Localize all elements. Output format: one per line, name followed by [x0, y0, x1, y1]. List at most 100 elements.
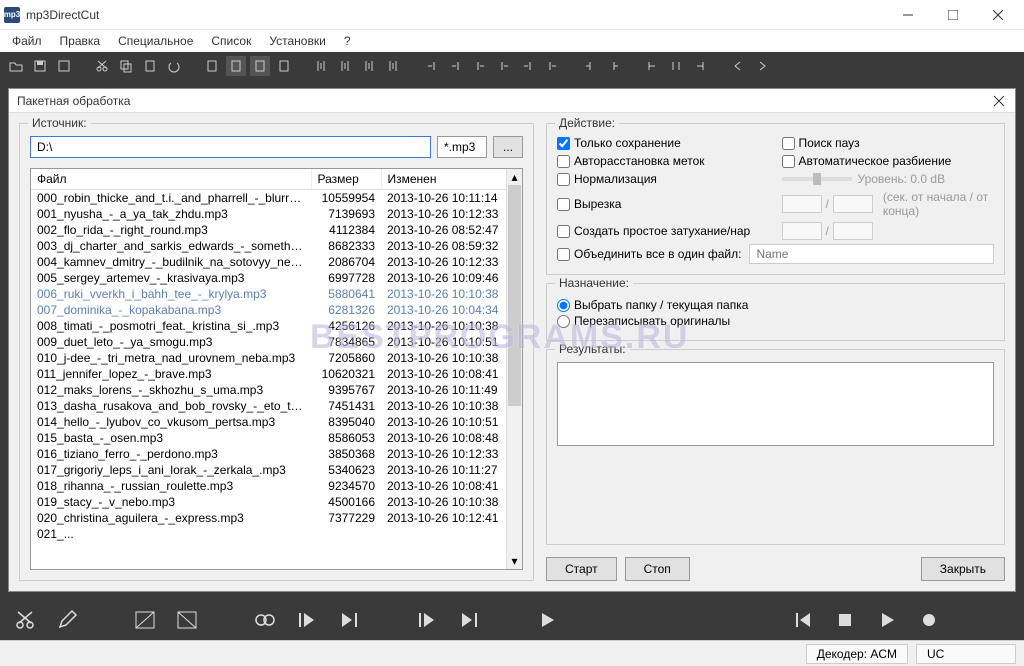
scroll-down-icon[interactable]: ▾	[507, 553, 522, 569]
table-row[interactable]: 000_robin_thicke_and_t.i._and_pharrell_-…	[31, 190, 506, 207]
pencil-icon[interactable]	[56, 609, 78, 631]
paste-icon[interactable]	[140, 56, 160, 76]
stop-button[interactable]: Стоп	[625, 557, 690, 581]
radio-choose-folder[interactable]: Выбрать папку / текущая папка	[557, 298, 994, 312]
copy-icon[interactable]	[116, 56, 136, 76]
table-row[interactable]: 006_ruki_vverkh_i_bahh_tee_-_krylya.mp35…	[31, 286, 506, 302]
dialog-close-button[interactable]	[991, 93, 1007, 109]
scroll-up-icon[interactable]: ▴	[507, 169, 522, 185]
merge-name-input[interactable]	[749, 244, 994, 264]
play-sel-start-icon[interactable]	[296, 609, 318, 631]
loop-icon[interactable]	[254, 609, 276, 631]
ext-filter-input[interactable]	[437, 136, 487, 158]
nav6-icon[interactable]	[542, 56, 562, 76]
save-as-icon[interactable]	[54, 56, 74, 76]
jump1-icon[interactable]	[580, 56, 600, 76]
table-row[interactable]: 010_j-dee_-_tri_metra_nad_urovnem_neba.m…	[31, 350, 506, 366]
chk-only-save[interactable]: Только сохранение	[557, 136, 770, 150]
fade-in-icon[interactable]	[134, 609, 156, 631]
table-row[interactable]: 007_dominika_-_kopakabana.mp362813262013…	[31, 302, 506, 318]
play-from-icon[interactable]	[416, 609, 438, 631]
table-row[interactable]: 017_grigoriy_leps_i_ani_lorak_-_zerkala_…	[31, 462, 506, 478]
table-row[interactable]: 008_timati_-_posmotri_feat._kristina_si_…	[31, 318, 506, 334]
chk-fade[interactable]: Создать простое затухание/нар	[557, 222, 770, 240]
table-row[interactable]: 018_rihanna_-_russian_roulette.mp3923457…	[31, 478, 506, 494]
table-row[interactable]: 009_duet_leto_-_ya_smogu.mp378348652013-…	[31, 334, 506, 350]
marker2-icon[interactable]	[336, 56, 356, 76]
close-button[interactable]: Закрыть	[921, 557, 1005, 581]
menu-edit[interactable]: Правка	[52, 32, 109, 50]
scissors-icon[interactable]	[14, 609, 36, 631]
stop-icon[interactable]	[834, 609, 856, 631]
radio-overwrite[interactable]: Перезаписывать оригиналы	[557, 314, 994, 328]
table-row[interactable]: 004_kamnev_dmitry_-_budilnik_na_sotovyy_…	[31, 254, 506, 270]
marker3-icon[interactable]	[360, 56, 380, 76]
arrow-right-icon[interactable]	[752, 56, 772, 76]
chk-merge[interactable]: Объединить все в один файл:	[557, 247, 741, 261]
sheet1-icon[interactable]	[202, 56, 222, 76]
menu-special[interactable]: Специальное	[110, 32, 201, 50]
table-row[interactable]: 016_tiziano_ferro_-_perdono.mp3385036820…	[31, 446, 506, 462]
chk-auto-mark[interactable]: Авторасстановка меток	[557, 154, 770, 168]
table-row[interactable]: 002_flo_rida_-_right_round.mp34112384201…	[31, 222, 506, 238]
nav4-icon[interactable]	[494, 56, 514, 76]
source-path-input[interactable]	[30, 136, 431, 158]
results-box	[557, 362, 994, 446]
play-icon[interactable]	[876, 609, 898, 631]
marker1-icon[interactable]	[312, 56, 332, 76]
marker4-icon[interactable]	[384, 56, 404, 76]
minimize-button[interactable]	[885, 0, 930, 30]
nav3-icon[interactable]	[470, 56, 490, 76]
sheet3-icon[interactable]	[250, 56, 270, 76]
menu-settings[interactable]: Установки	[261, 32, 333, 50]
col-file[interactable]: Файл	[31, 169, 311, 190]
chk-normalize[interactable]: Нормализация	[557, 172, 770, 186]
table-row[interactable]: 015_basta_-_osen.mp385860532013-10-26 10…	[31, 430, 506, 446]
sheet4-icon[interactable]	[274, 56, 294, 76]
scroll-thumb[interactable]	[508, 185, 521, 406]
col-size[interactable]: Размер	[311, 169, 381, 190]
table-row[interactable]: 005_sergey_artemev_-_krasivaya.mp3699772…	[31, 270, 506, 286]
menu-list[interactable]: Список	[203, 32, 259, 50]
close-button[interactable]	[975, 0, 1020, 30]
jump5-icon[interactable]	[690, 56, 710, 76]
maximize-button[interactable]	[930, 0, 975, 30]
open-icon[interactable]	[6, 56, 26, 76]
chk-cut[interactable]: Вырезка	[557, 190, 770, 218]
chk-pause-search[interactable]: Поиск пауз	[782, 136, 995, 150]
undo-icon[interactable]	[164, 56, 184, 76]
nav5-icon[interactable]	[518, 56, 538, 76]
table-row[interactable]: 013_dasha_rusakova_and_bob_rovsky_-_eto_…	[31, 398, 506, 414]
table-row[interactable]: 020_christina_aguilera_-_express.mp37377…	[31, 510, 506, 526]
jump4-icon[interactable]	[666, 56, 686, 76]
table-row[interactable]: 003_dj_charter_and_sarkis_edwards_-_some…	[31, 238, 506, 254]
main-toolbar	[0, 52, 1024, 80]
arrow-left-icon[interactable]	[728, 56, 748, 76]
table-row[interactable]: 014_hello_-_lyubov_co_vkusom_pertsa.mp38…	[31, 414, 506, 430]
table-row[interactable]: 019_stacy_-_v_nebo.mp345001662013-10-26 …	[31, 494, 506, 510]
rewind-icon[interactable]	[792, 609, 814, 631]
browse-button[interactable]: ...	[493, 136, 523, 158]
record-icon[interactable]	[918, 609, 940, 631]
save-icon[interactable]	[30, 56, 50, 76]
col-date[interactable]: Изменен	[381, 169, 506, 190]
start-button[interactable]: Старт	[546, 557, 617, 581]
nav1-icon[interactable]	[422, 56, 442, 76]
play-to-icon[interactable]	[458, 609, 480, 631]
play-cue-icon[interactable]	[536, 609, 558, 631]
chk-auto-split[interactable]: Автоматическое разбиение	[782, 154, 995, 168]
menu-help[interactable]: ?	[336, 32, 359, 50]
menu-file[interactable]: Файл	[4, 32, 50, 50]
jump3-icon[interactable]	[642, 56, 662, 76]
table-row[interactable]: 021_...	[31, 526, 506, 542]
fade-out-icon[interactable]	[176, 609, 198, 631]
cut-icon[interactable]	[92, 56, 112, 76]
nav2-icon[interactable]	[446, 56, 466, 76]
sheet2-icon[interactable]	[226, 56, 246, 76]
play-sel-end-icon[interactable]	[338, 609, 360, 631]
table-row[interactable]: 012_maks_lorens_-_skhozhu_s_uma.mp393957…	[31, 382, 506, 398]
jump2-icon[interactable]	[604, 56, 624, 76]
table-row[interactable]: 001_nyusha_-_a_ya_tak_zhdu.mp37139693201…	[31, 206, 506, 222]
table-row[interactable]: 011_jennifer_lopez_-_brave.mp31062032120…	[31, 366, 506, 382]
scrollbar[interactable]: ▴ ▾	[506, 169, 522, 569]
